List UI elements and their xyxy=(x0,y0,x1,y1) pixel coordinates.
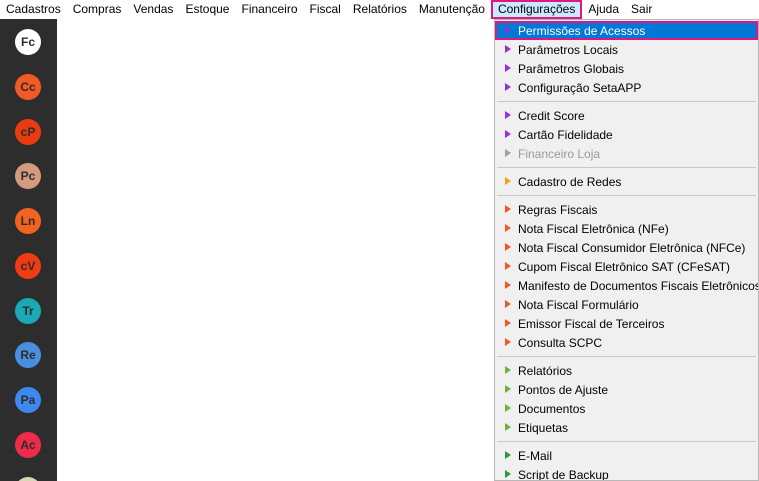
menu-item-label: Consulta SCPC xyxy=(518,336,603,350)
menu-separator xyxy=(497,195,756,196)
sidebar-button-cp[interactable]: cP xyxy=(15,119,41,145)
menu-item-label: Etiquetas xyxy=(518,421,569,435)
configuracoes-dropdown-menu: Permissões de Acessos Parâmetros Locais Pa… xyxy=(494,19,759,481)
menu-ajuda[interactable]: Ajuda xyxy=(582,0,625,19)
submenu-arrow-icon xyxy=(505,111,511,119)
menu-item-cadastro-de-redes[interactable]: Cadastro de Redes xyxy=(495,172,758,191)
submenu-arrow-icon xyxy=(505,470,511,478)
menu-item-label: Regras Fiscais xyxy=(518,203,598,217)
sidebar-button-ln[interactable]: Ln xyxy=(15,208,41,234)
submenu-arrow-icon xyxy=(505,404,511,412)
menu-item-consulta-scpc[interactable]: Consulta SCPC xyxy=(495,333,758,352)
menu-item-label: Parâmetros Globais xyxy=(518,62,625,76)
menu-estoque[interactable]: Estoque xyxy=(179,0,235,19)
menu-item-script-de-backup[interactable]: Script de Backup xyxy=(495,465,758,481)
menu-separator xyxy=(497,356,756,357)
sidebar-button-ac[interactable]: Ac xyxy=(15,432,41,458)
sidebar-button-partial[interactable] xyxy=(15,477,41,481)
submenu-arrow-icon xyxy=(505,26,511,34)
sidebar-button-cc[interactable]: Cc xyxy=(15,74,41,100)
sidebar-button-pc[interactable]: Pc xyxy=(15,163,41,189)
menu-item-nota-fiscal-consumidor-eletronica-nfce[interactable]: Nota Fiscal Consumidor Eletrônica (NFCe) xyxy=(495,238,758,257)
menu-item-label: Pontos de Ajuste xyxy=(518,383,609,397)
menu-item-documentos[interactable]: Documentos xyxy=(495,399,758,418)
menu-item-label: Emissor Fiscal de Terceiros xyxy=(518,317,665,331)
submenu-arrow-icon xyxy=(505,338,511,346)
submenu-arrow-icon xyxy=(505,385,511,393)
menu-item-label: Credit Score xyxy=(518,109,585,123)
menu-item-label: Cartão Fidelidade xyxy=(518,128,613,142)
submenu-arrow-icon xyxy=(505,319,511,327)
menu-item-etiquetas[interactable]: Etiquetas xyxy=(495,418,758,437)
menu-compras[interactable]: Compras xyxy=(67,0,128,19)
submenu-arrow-icon xyxy=(505,149,511,157)
menu-separator xyxy=(497,167,756,168)
sidebar: Fc Cc cP Pc Ln cV Tr Re Pa Ac xyxy=(0,19,57,481)
submenu-arrow-icon xyxy=(505,262,511,270)
menu-item-label: Configuração SetaAPP xyxy=(518,81,642,95)
menu-manutencao[interactable]: Manutenção xyxy=(413,0,491,19)
sidebar-button-re[interactable]: Re xyxy=(15,342,41,368)
menu-sair[interactable]: Sair xyxy=(625,0,658,19)
menu-item-cupom-fiscal-eletronico-sat-cfesat[interactable]: Cupom Fiscal Eletrônico SAT (CFeSAT) xyxy=(495,257,758,276)
submenu-arrow-icon xyxy=(505,224,511,232)
menu-item-credit-score[interactable]: Credit Score xyxy=(495,106,758,125)
menu-item-permissoes-de-acessos[interactable]: Permissões de Acessos xyxy=(495,21,758,40)
menu-item-financeiro-loja: Financeiro Loja xyxy=(495,144,758,163)
menu-item-label: Manifesto de Documentos Fiscais Eletrôni… xyxy=(518,279,759,293)
submenu-arrow-icon xyxy=(505,130,511,138)
menu-item-relatorios[interactable]: Relatórios xyxy=(495,361,758,380)
menu-item-e-mail[interactable]: E-Mail xyxy=(495,446,758,465)
menu-item-cartao-fidelidade[interactable]: Cartão Fidelidade xyxy=(495,125,758,144)
menu-item-nota-fiscal-eletronica-nfe[interactable]: Nota Fiscal Eletrônica (NFe) xyxy=(495,219,758,238)
menu-item-label: Financeiro Loja xyxy=(518,147,601,161)
sidebar-button-pa[interactable]: Pa xyxy=(15,387,41,413)
menu-item-label: Relatórios xyxy=(518,364,573,378)
menu-separator xyxy=(497,441,756,442)
menu-item-pontos-de-ajuste[interactable]: Pontos de Ajuste xyxy=(495,380,758,399)
menu-item-regras-fiscais[interactable]: Regras Fiscais xyxy=(495,200,758,219)
menu-vendas[interactable]: Vendas xyxy=(127,0,179,19)
submenu-arrow-icon xyxy=(505,83,511,91)
menu-item-configuracao-setaapp[interactable]: Configuração SetaAPP xyxy=(495,78,758,97)
menu-item-label: Cadastro de Redes xyxy=(518,175,622,189)
menu-item-manifesto-de-documentos-fiscais-eletronicos[interactable]: Manifesto de Documentos Fiscais Eletrôni… xyxy=(495,276,758,295)
menu-configuracoes[interactable]: Configurações xyxy=(490,0,583,19)
menu-separator xyxy=(497,101,756,102)
submenu-arrow-icon xyxy=(505,205,511,213)
menu-item-nota-fiscal-formulario[interactable]: Nota Fiscal Formulário xyxy=(495,295,758,314)
menu-item-label: Documentos xyxy=(518,402,586,416)
menu-financeiro[interactable]: Financeiro xyxy=(235,0,303,19)
sidebar-button-cv[interactable]: cV xyxy=(15,253,41,279)
submenu-arrow-icon xyxy=(505,366,511,374)
menu-relatorios[interactable]: Relatórios xyxy=(347,0,413,19)
menu-item-label: Nota Fiscal Eletrônica (NFe) xyxy=(518,222,669,236)
submenu-arrow-icon xyxy=(505,281,511,289)
menu-cadastros[interactable]: Cadastros xyxy=(0,0,67,19)
sidebar-button-tr[interactable]: Tr xyxy=(15,298,41,324)
menu-item-label: Cupom Fiscal Eletrônico SAT (CFeSAT) xyxy=(518,260,731,274)
submenu-arrow-icon xyxy=(505,243,511,251)
menu-item-label: Parâmetros Locais xyxy=(518,43,619,57)
menu-item-emissor-fiscal-de-terceiros[interactable]: Emissor Fiscal de Terceiros xyxy=(495,314,758,333)
menu-item-label: Permissões de Acessos xyxy=(518,24,646,38)
submenu-arrow-icon xyxy=(505,300,511,308)
menu-item-label: E-Mail xyxy=(518,449,553,463)
submenu-arrow-icon xyxy=(505,423,511,431)
menu-bar: Cadastros Compras Vendas Estoque Financeiro F… xyxy=(0,0,759,19)
submenu-arrow-icon xyxy=(505,451,511,459)
menu-item-parametros-globais[interactable]: Parâmetros Globais xyxy=(495,59,758,78)
menu-fiscal[interactable]: Fiscal xyxy=(304,0,347,19)
sidebar-button-fc[interactable]: Fc xyxy=(15,29,41,55)
menu-item-label: Script de Backup xyxy=(518,468,609,481)
menu-item-label: Nota Fiscal Formulário xyxy=(518,298,639,312)
submenu-arrow-icon xyxy=(505,64,511,72)
menu-item-parametros-locais[interactable]: Parâmetros Locais xyxy=(495,40,758,59)
submenu-arrow-icon xyxy=(505,45,511,53)
menu-item-label: Nota Fiscal Consumidor Eletrônica (NFCe) xyxy=(518,241,746,255)
submenu-arrow-icon xyxy=(505,177,511,185)
